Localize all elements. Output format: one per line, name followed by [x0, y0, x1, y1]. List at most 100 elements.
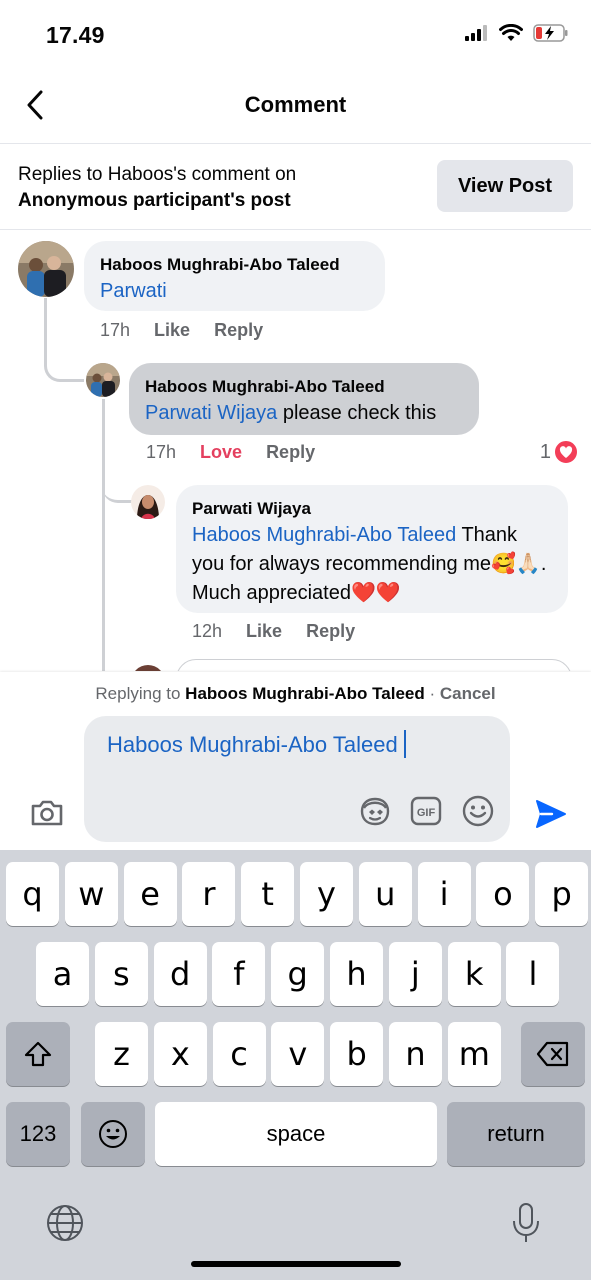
- reply-button[interactable]: Reply: [214, 320, 263, 341]
- status-bar: 17.49: [0, 0, 591, 70]
- key-z[interactable]: z: [95, 1022, 148, 1086]
- key-w[interactable]: w: [64, 862, 118, 926]
- key-s[interactable]: s: [94, 942, 148, 1006]
- avatar[interactable]: [86, 363, 120, 397]
- avatar[interactable]: [131, 485, 165, 519]
- key-g[interactable]: g: [271, 942, 325, 1006]
- key-q[interactable]: q: [6, 862, 59, 926]
- text-caret: [403, 730, 406, 758]
- reply-button[interactable]: Reply: [306, 621, 355, 642]
- emoji-key[interactable]: [81, 1102, 145, 1166]
- numbers-key[interactable]: 123: [6, 1102, 70, 1166]
- return-key[interactable]: return: [447, 1102, 585, 1166]
- battery-charging-icon: [533, 24, 568, 42]
- avatar-sticker-icon: [360, 797, 390, 826]
- key-f[interactable]: f: [212, 942, 266, 1006]
- reply-button[interactable]: Reply: [266, 442, 315, 463]
- reaction-count: 1: [539, 440, 551, 463]
- avatar[interactable]: [131, 665, 165, 671]
- comment-thread: Haboos Mughrabi-Abo Taleed Parwati 17h L…: [0, 231, 591, 671]
- comment-actions: 17h Love Reply: [146, 442, 315, 463]
- comment-mention[interactable]: Haboos Mughrabi-Abo Taleed: [192, 524, 456, 546]
- status-time: 17.49: [46, 22, 105, 48]
- avatar-sticker-button[interactable]: [356, 794, 394, 828]
- header: Comment: [0, 70, 591, 144]
- replies-banner-text: Replies to Haboos's comment on Anonymous…: [18, 162, 296, 214]
- key-x[interactable]: x: [153, 1022, 207, 1086]
- shift-key[interactable]: [6, 1022, 70, 1086]
- comment-mention[interactable]: Parwati Wijaya: [145, 402, 277, 424]
- key-h[interactable]: h: [330, 942, 383, 1006]
- space-key[interactable]: space: [155, 1102, 437, 1166]
- comment-text: Parwati Wijaya please check this: [145, 399, 463, 428]
- comment-time: 12h: [192, 621, 223, 641]
- like-button[interactable]: Like: [154, 320, 190, 341]
- replying-separator: ·: [424, 684, 440, 703]
- globe-icon: [47, 1205, 83, 1241]
- send-button[interactable]: [532, 796, 570, 832]
- key-u[interactable]: u: [358, 862, 412, 926]
- key-a[interactable]: a: [36, 942, 89, 1006]
- comment-author[interactable]: Parwati Wijaya: [192, 497, 552, 521]
- status-icons: [465, 24, 569, 42]
- key-v[interactable]: v: [271, 1022, 325, 1086]
- reaction-summary[interactable]: 1: [540, 439, 579, 465]
- key-d[interactable]: d: [153, 942, 207, 1006]
- input-mention: Haboos Mughrabi-Abo Taleed: [107, 732, 398, 757]
- key-n[interactable]: n: [389, 1022, 442, 1086]
- camera-icon: [31, 800, 63, 826]
- backspace-icon: [536, 1041, 569, 1067]
- key-i[interactable]: i: [417, 862, 471, 926]
- replying-name: Haboos Mughrabi-Abo Taleed: [185, 684, 425, 703]
- key-l[interactable]: l: [506, 942, 560, 1006]
- page-title: Comment: [244, 92, 347, 117]
- comment-time: 17h: [100, 320, 131, 340]
- comment-input[interactable]: Haboos Mughrabi-Abo Taleed GIF: [84, 716, 510, 842]
- comment-time: 17h: [146, 442, 177, 462]
- svg-text:GIF: GIF: [417, 807, 436, 819]
- gif-icon: GIF: [410, 796, 442, 826]
- key-r[interactable]: r: [182, 862, 236, 926]
- key-t[interactable]: t: [241, 862, 295, 926]
- comment-composer: Replying to Haboos Mughrabi-Abo Taleed ·…: [0, 672, 591, 850]
- signal-icon: [465, 25, 487, 41]
- cancel-reply-button[interactable]: Cancel: [440, 684, 496, 703]
- gif-button[interactable]: GIF: [408, 795, 444, 827]
- banner-participant[interactable]: Anonymous participant: [18, 190, 230, 211]
- key-m[interactable]: m: [447, 1022, 501, 1086]
- thread-connector: [102, 461, 132, 503]
- heart-reaction-icon: [553, 439, 579, 465]
- backspace-key[interactable]: [521, 1022, 585, 1086]
- key-c[interactable]: c: [212, 1022, 266, 1086]
- key-j[interactable]: j: [388, 942, 442, 1006]
- replying-prefix: Replying to: [95, 684, 186, 703]
- comment-author[interactable]: Haboos Mughrabi-Abo Taleed: [100, 253, 369, 277]
- view-post-button[interactable]: View Post: [437, 160, 573, 212]
- comment-bubble: Parwati Wijaya Haboos Mughrabi-Abo Talee…: [176, 485, 568, 613]
- microphone-icon: [513, 1203, 539, 1242]
- avatar[interactable]: [18, 241, 74, 297]
- comment-author[interactable]: Haboos Mughrabi-Abo Taleed: [145, 375, 463, 399]
- comment-bubble: Haboos Mughrabi-Abo Taleed Parwati Wijay…: [129, 363, 479, 435]
- like-button[interactable]: Like: [246, 621, 282, 642]
- key-p[interactable]: p: [535, 862, 589, 926]
- replies-banner: Replies to Haboos's comment on Anonymous…: [0, 144, 591, 230]
- camera-button[interactable]: [28, 796, 66, 830]
- thread-connector: [44, 298, 84, 382]
- globe-button[interactable]: [44, 1202, 86, 1244]
- emoji-button[interactable]: [460, 794, 496, 828]
- key-y[interactable]: y: [300, 862, 353, 926]
- key-o[interactable]: o: [476, 862, 530, 926]
- dictation-button[interactable]: [506, 1200, 546, 1246]
- key-e[interactable]: e: [123, 862, 177, 926]
- comment-actions: 12h Like Reply: [192, 621, 355, 642]
- banner-line-2: Anonymous participant's post: [18, 188, 296, 214]
- send-icon: [536, 800, 566, 828]
- key-b[interactable]: b: [330, 1022, 384, 1086]
- wifi-icon: [499, 24, 523, 41]
- comment-body: please check this: [277, 402, 437, 424]
- love-reaction-button[interactable]: Love: [200, 442, 242, 463]
- comment-input-value[interactable]: Haboos Mughrabi-Abo Taleed: [107, 730, 406, 758]
- comment-mention[interactable]: Parwati: [100, 280, 167, 302]
- key-k[interactable]: k: [447, 942, 501, 1006]
